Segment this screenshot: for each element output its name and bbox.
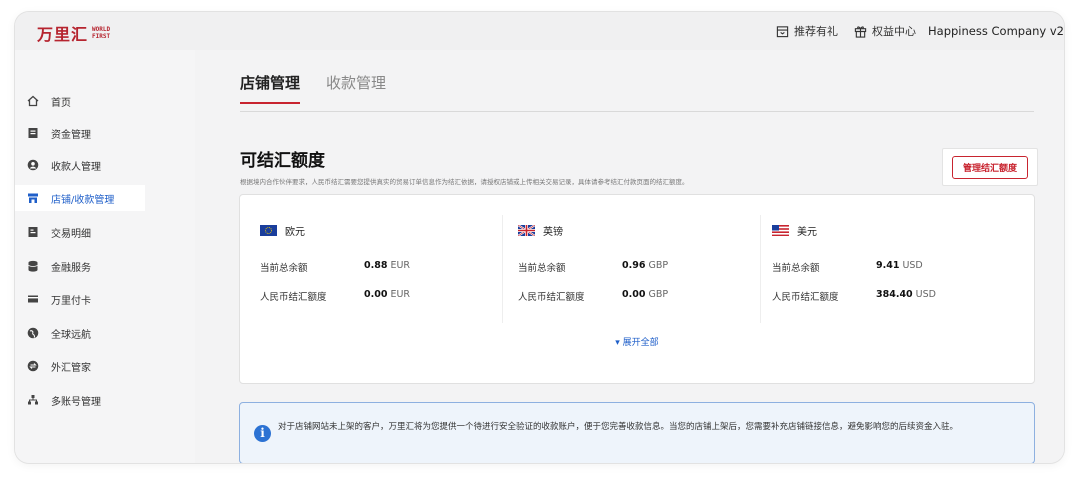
- sidebar-item-home[interactable]: 首页: [15, 88, 145, 114]
- balance-unit: USD: [902, 260, 923, 271]
- store-icon: [27, 192, 39, 204]
- balance-unit: EUR: [390, 260, 411, 271]
- logo-en-line2: FIRST: [92, 33, 111, 40]
- quota-unit: GBP: [648, 289, 669, 300]
- sidebar: 首页 资金管理 收款人管理 店铺/收款管理 交易明细 金融服务 万里付卡 全球远…: [15, 50, 195, 463]
- quota-card: 欧元 当前总余额 0.88 EUR 人民币结汇额度 0.00 EUR 英镑 当前…: [239, 194, 1035, 384]
- quota-label: 人民币结汇额度: [518, 292, 585, 303]
- sidebar-item-fx[interactable]: 外汇管家: [15, 353, 145, 379]
- sidebar-item-store-management[interactable]: 店铺/收款管理: [15, 185, 145, 211]
- quota-label: 人民币结汇额度: [260, 292, 327, 303]
- sidebar-item-label: 万里付卡: [51, 295, 91, 307]
- quota-value: 0.00: [364, 289, 388, 300]
- balance-label: 当前总余额: [518, 263, 566, 274]
- balance-value: 0.96: [622, 260, 646, 271]
- sidebar-item-label: 全球远航: [51, 329, 91, 341]
- sidebar-item-card[interactable]: 万里付卡: [15, 286, 145, 312]
- quota-value: 384.40: [876, 289, 913, 300]
- quota-row: 人民币结汇额度 0.00 EUR: [260, 289, 510, 303]
- quota-unit: EUR: [390, 289, 411, 300]
- balance-row: 当前总余额 0.96 GBP: [518, 260, 768, 274]
- logo-en-text: WORLD FIRST: [92, 26, 110, 40]
- quota-row: 人民币结汇额度 0.00 GBP: [518, 289, 768, 303]
- database-icon: [27, 260, 39, 272]
- world-first-logo[interactable]: 万里汇 WORLD FIRST: [37, 21, 110, 45]
- company-name[interactable]: Happiness Company v2: [928, 24, 1064, 38]
- sidebar-item-payees[interactable]: 收款人管理: [15, 152, 145, 178]
- us-flag-icon: [772, 225, 789, 236]
- sidebar-item-label: 首页: [51, 97, 71, 109]
- sidebar-item-funds[interactable]: 资金管理: [15, 120, 145, 146]
- currency-column-gbp: 英镑 当前总余额 0.96 GBP 人民币结汇额度 0.00 GBP: [518, 223, 768, 318]
- currency-header: 美元: [772, 223, 1022, 238]
- main-content: 店铺管理 收款管理 可结汇额度 根据境内合作伙伴要求，人民币结汇需要您提供真实的…: [195, 50, 1064, 463]
- page-title: 可结汇额度: [240, 151, 325, 171]
- manage-quota-button-wrap: 管理结汇额度: [942, 148, 1038, 186]
- balance-label: 当前总余额: [772, 263, 820, 274]
- uk-flag-icon: [518, 225, 535, 236]
- benefits-link[interactable]: 权益中心: [854, 23, 916, 39]
- exchange-icon: [27, 360, 39, 372]
- manage-quota-button[interactable]: 管理结汇额度: [951, 155, 1028, 179]
- currency-header: 英镑: [518, 223, 768, 238]
- balance-value: 9.41: [876, 260, 900, 271]
- quota-unit: USD: [915, 289, 936, 300]
- referral-link[interactable]: 推荐有礼: [776, 23, 838, 39]
- currency-column-usd: 美元 当前总余额 9.41 USD 人民币结汇额度 384.40 USD: [772, 223, 1022, 318]
- currency-name: 英镑: [543, 227, 563, 238]
- balance-label: 当前总余额: [260, 263, 308, 274]
- card-icon: [27, 293, 39, 305]
- balance-row: 当前总余额 0.88 EUR: [260, 260, 510, 274]
- notice-text: 对于店铺网站未上架的客户，万里汇将为您提供一个待进行安全验证的收款账户，便于您完…: [278, 422, 959, 432]
- sidebar-item-label: 资金管理: [51, 129, 91, 141]
- sidebar-item-label: 多账号管理: [51, 396, 101, 408]
- currency-header: 欧元: [260, 223, 510, 238]
- sidebar-item-label: 店铺/收款管理: [51, 194, 115, 206]
- sidebar-item-transactions[interactable]: 交易明细: [15, 219, 145, 245]
- quota-description: 根据境内合作伙伴要求，人民币结汇需要您提供真实的贸易订单信息作为结汇依据，请授权…: [240, 178, 689, 186]
- currency-name: 欧元: [285, 227, 305, 238]
- logo-cn-text: 万里汇: [37, 25, 89, 44]
- globe-icon: [27, 327, 39, 339]
- gift-box-icon: [776, 25, 789, 37]
- user-icon: [27, 159, 39, 171]
- sidebar-item-finance[interactable]: 金融服务: [15, 253, 145, 279]
- balance-row: 当前总余额 9.41 USD: [772, 260, 1022, 274]
- top-right-links: 推荐有礼 权益中心 Happiness Company v2: [776, 12, 1064, 50]
- home-icon: [27, 95, 39, 107]
- balance-unit: GBP: [648, 260, 669, 271]
- sidebar-item-label: 交易明细: [51, 228, 91, 240]
- accounts-icon: [27, 394, 39, 406]
- quota-row: 人民币结汇额度 384.40 USD: [772, 289, 1022, 303]
- sidebar-item-label: 收款人管理: [51, 161, 101, 173]
- currency-name: 美元: [797, 227, 817, 238]
- tab-payment-management[interactable]: 收款管理: [326, 72, 386, 103]
- currency-column-eur: 欧元 当前总余额 0.88 EUR 人民币结汇额度 0.00 EUR: [260, 223, 510, 318]
- expand-all-link[interactable]: ▾ 展开全部: [240, 335, 1034, 348]
- document-icon: [27, 226, 39, 238]
- tab-store-management[interactable]: 店铺管理: [240, 72, 301, 104]
- sidebar-item-global[interactable]: 全球远航: [15, 320, 145, 346]
- tab-bar: 店铺管理 收款管理: [240, 72, 1034, 112]
- sidebar-item-accounts[interactable]: 多账号管理: [15, 387, 145, 413]
- sidebar-item-label: 外汇管家: [51, 362, 91, 374]
- info-icon: i: [254, 425, 271, 442]
- top-bar: 万里汇 WORLD FIRST 推荐有礼 权益中心 Happiness Comp…: [15, 12, 1064, 50]
- logo-en-line1: WORLD: [92, 26, 111, 33]
- wallet-icon: [27, 127, 39, 139]
- referral-label: 推荐有礼: [794, 25, 839, 38]
- sidebar-item-label: 金融服务: [51, 262, 91, 274]
- info-notice: i 对于店铺网站未上架的客户，万里汇将为您提供一个待进行安全验证的收款账户，便于…: [239, 402, 1035, 463]
- balance-value: 0.88: [364, 260, 388, 271]
- quota-label: 人民币结汇额度: [772, 292, 839, 303]
- app-window: 万里汇 WORLD FIRST 推荐有礼 权益中心 Happiness Comp…: [15, 12, 1064, 463]
- eu-flag-icon: [260, 225, 277, 236]
- gift-icon: [854, 25, 867, 38]
- benefits-label: 权益中心: [872, 25, 917, 38]
- quota-value: 0.00: [622, 289, 646, 300]
